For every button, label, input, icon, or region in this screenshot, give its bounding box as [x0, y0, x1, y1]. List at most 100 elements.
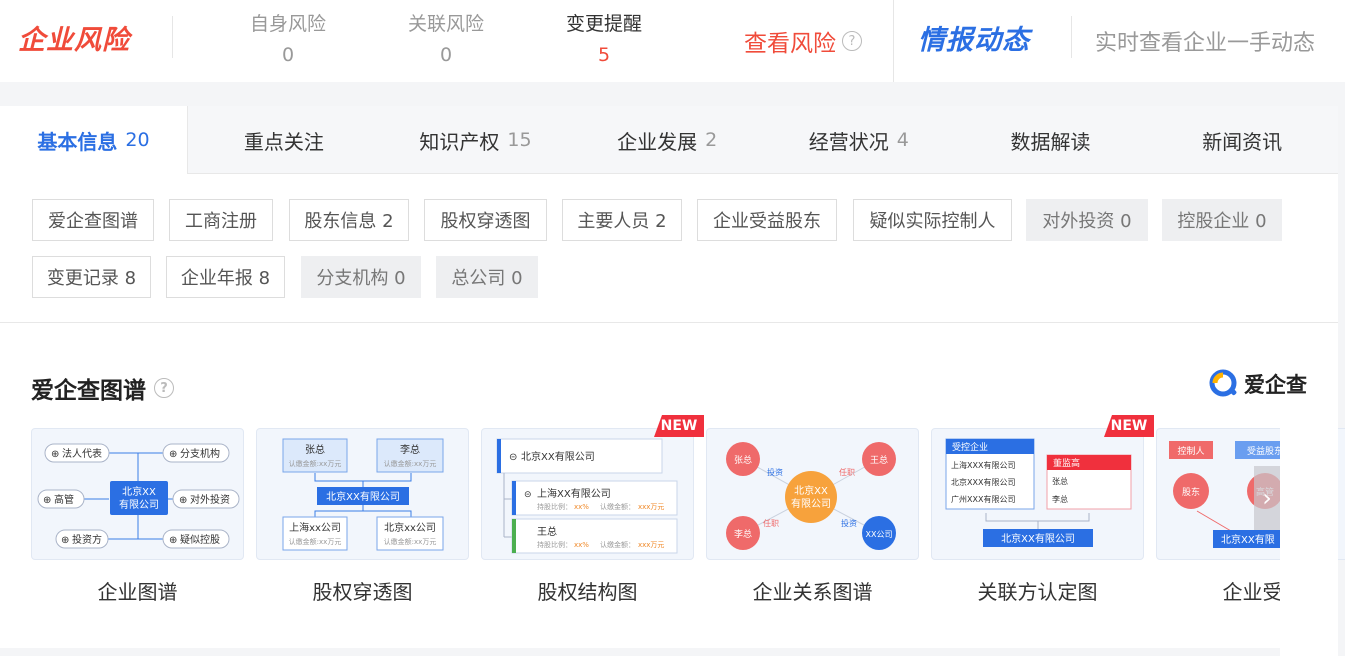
- meta-label: 认缴金额：: [600, 502, 635, 511]
- card-label[interactable]: 企业图谱: [31, 576, 244, 605]
- tab-development[interactable]: 企业发展 2: [571, 106, 763, 174]
- stat-change-alert[interactable]: 变更提醒 5: [549, 9, 659, 66]
- tab-key-focus[interactable]: 重点关注: [188, 106, 380, 174]
- question-circle-icon[interactable]: ?: [154, 378, 174, 398]
- risk-bar: 企业风险 自身风险 0 关联风险 0 变更提醒 5 查看风险 ? 情报动态 实时…: [0, 0, 1345, 82]
- divider: [1071, 16, 1072, 58]
- graph-card-enterprise[interactable]: 北京XX 有限公司 ⊕ 法人代表 ⊕ 分支机构 ⊕ 高管 ⊕ 对外投资 ⊕ 投资方 ⊕ 疑似…: [31, 428, 244, 560]
- view-risk-link[interactable]: 查看风险 ?: [744, 24, 862, 58]
- node-label: 高管: [54, 493, 74, 506]
- chevron-right-icon[interactable]: ›: [1254, 466, 1280, 530]
- stat-value: 5: [597, 44, 611, 66]
- node-label: 控制人: [1177, 445, 1204, 457]
- svg-text:⊝: ⊝: [509, 452, 517, 463]
- chip-annual-reports[interactable]: 企业年报 8: [166, 256, 285, 298]
- tab-count: 4: [896, 129, 909, 151]
- tab-label: 企业发展: [617, 129, 698, 154]
- graph-card-relationship[interactable]: 北京XX 有限公司 张总 王总 李总 XX公司 投资 任职 任职 投资: [706, 428, 919, 560]
- node-label: 李总: [734, 528, 752, 540]
- related-party-thumb: 受控企业 上海XXX有限公司 北京XXX有限公司 广州XXX有限公司 董监高 张…: [945, 438, 1132, 547]
- stat-related-risk[interactable]: 关联风险 0: [391, 9, 501, 66]
- carousel-clip: [1280, 416, 1338, 656]
- new-badge: NEW: [654, 415, 704, 437]
- center-line2: 有限公司: [791, 497, 831, 510]
- center-company: 北京XX有限公司: [326, 490, 400, 503]
- node-label: 法人代表: [62, 447, 102, 460]
- divider: [893, 0, 894, 82]
- meta-value: xxx万元: [638, 503, 664, 511]
- stat-self-risk[interactable]: 自身风险 0: [233, 9, 343, 66]
- svg-text:⊕: ⊕: [169, 449, 177, 460]
- main-tabs: 基本信息 20 重点关注 知识产权 15 企业发展 2 经营状况 4 数据解读 新闻资讯: [0, 106, 1338, 174]
- edge-label: 任职: [763, 518, 779, 528]
- child-company: 上海XX有限公司: [537, 487, 611, 500]
- section-title: 爱企查图谱 ?: [31, 371, 174, 405]
- chip-change-records[interactable]: 变更记录 8: [32, 256, 151, 298]
- risk-logo: 企业风险: [18, 25, 130, 56]
- intel-slogan[interactable]: 实时查看企业一手动态: [1095, 25, 1315, 57]
- brand-badge: 爱企查: [1208, 368, 1307, 400]
- tab-data-analysis[interactable]: 数据解读: [955, 106, 1147, 174]
- chip-graph[interactable]: 爱企查图谱: [32, 199, 154, 241]
- top-person: 李总: [400, 443, 420, 456]
- node-label: 分支机构: [180, 447, 220, 460]
- tab-count: 20: [125, 129, 150, 151]
- tab-operations[interactable]: 经营状况 4: [763, 106, 955, 174]
- meta-value: xxx万元: [638, 541, 664, 549]
- meta-label: 认缴金额：: [600, 540, 635, 549]
- tab-count: 2: [705, 129, 718, 151]
- box-title: 受控企业: [952, 441, 988, 453]
- center-line2: 有限公司: [119, 498, 159, 511]
- graph-card-equity-structure[interactable]: ⊝ 北京XX有限公司 ⊝ 上海XX有限公司 持股比例： xx% 认缴金额： xx…: [481, 428, 694, 560]
- node-label: 投资方: [72, 533, 102, 546]
- aiqicha-logo-icon: [1209, 369, 1237, 397]
- meta-label: 持股比例：: [537, 540, 572, 549]
- card-label[interactable]: 企业关系图谱: [706, 576, 919, 605]
- chip-registration[interactable]: 工商注册: [169, 199, 273, 241]
- svg-text:⊕: ⊕: [61, 535, 69, 546]
- card-label[interactable]: 股权穿透图: [256, 576, 469, 605]
- bottom-sub: 认缴金额:xx万元: [384, 537, 437, 546]
- bottom-sub: 认缴金额:xx万元: [289, 537, 342, 546]
- section-title-text: 爱企查图谱: [31, 378, 146, 404]
- node-label: 对外投资: [190, 493, 230, 506]
- tab-label: 基本信息: [37, 129, 118, 154]
- stat-label: 自身风险: [249, 13, 326, 35]
- tab-count: 15: [507, 129, 532, 151]
- row: 张总: [1052, 476, 1068, 486]
- chip-shareholders[interactable]: 股东信息 2: [289, 199, 409, 241]
- top-sub: 认缴金额:xx万元: [384, 459, 437, 468]
- tab-news[interactable]: 新闻资讯: [1146, 106, 1338, 174]
- question-circle-icon[interactable]: ?: [842, 31, 862, 51]
- chip-beneficiaries[interactable]: 企业受益股东: [697, 199, 837, 241]
- row: 广州XXX有限公司: [951, 494, 1015, 504]
- row: 北京XXX有限公司: [951, 477, 1015, 487]
- row: 李总: [1052, 494, 1068, 504]
- tab-label: 经营状况: [808, 129, 889, 154]
- node-label: 王总: [870, 454, 888, 466]
- section-divider: [0, 322, 1338, 323]
- equity-penetration-thumb: 张总 认缴金额:xx万元 李总 认缴金额:xx万元 北京XX有限公司 上海xx公…: [282, 438, 444, 551]
- bottom-company: 上海xx公司: [289, 521, 341, 534]
- tab-label: 知识产权: [419, 129, 500, 154]
- svg-text:⊕: ⊕: [43, 495, 51, 506]
- tab-label: 数据解读: [1010, 129, 1091, 154]
- node-label: 受益股东: [1247, 445, 1283, 457]
- card-label[interactable]: 关联方认定图: [931, 576, 1144, 605]
- stat-label: 变更提醒: [565, 13, 642, 35]
- new-badge: NEW: [1104, 415, 1154, 437]
- edge-label: 投资: [767, 467, 783, 477]
- card-label[interactable]: 股权结构图: [481, 576, 694, 605]
- tab-ip[interactable]: 知识产权 15: [380, 106, 572, 174]
- chip-actual-controller[interactable]: 疑似实际控制人: [853, 199, 1012, 241]
- equity-structure-thumb: ⊝ 北京XX有限公司 ⊝ 上海XX有限公司 持股比例： xx% 认缴金额： xx…: [496, 438, 678, 554]
- node-label: 张总: [734, 454, 752, 466]
- graph-card-equity-penetration[interactable]: 张总 认缴金额:xx万元 李总 认缴金额:xx万元 北京XX有限公司 上海xx公…: [256, 428, 469, 560]
- chip-equity-penetration[interactable]: 股权穿透图: [424, 199, 547, 241]
- top-sub: 认缴金额:xx万元: [289, 459, 342, 468]
- graph-card-related-party[interactable]: 受控企业 上海XXX有限公司 北京XXX有限公司 广州XXX有限公司 董监高 张…: [931, 428, 1144, 560]
- chip-investments: 对外投资 0: [1026, 199, 1148, 241]
- tab-basic-info[interactable]: 基本信息 20: [0, 106, 188, 174]
- meta-value: xx%: [574, 541, 589, 549]
- chip-key-persons[interactable]: 主要人员 2: [562, 199, 682, 241]
